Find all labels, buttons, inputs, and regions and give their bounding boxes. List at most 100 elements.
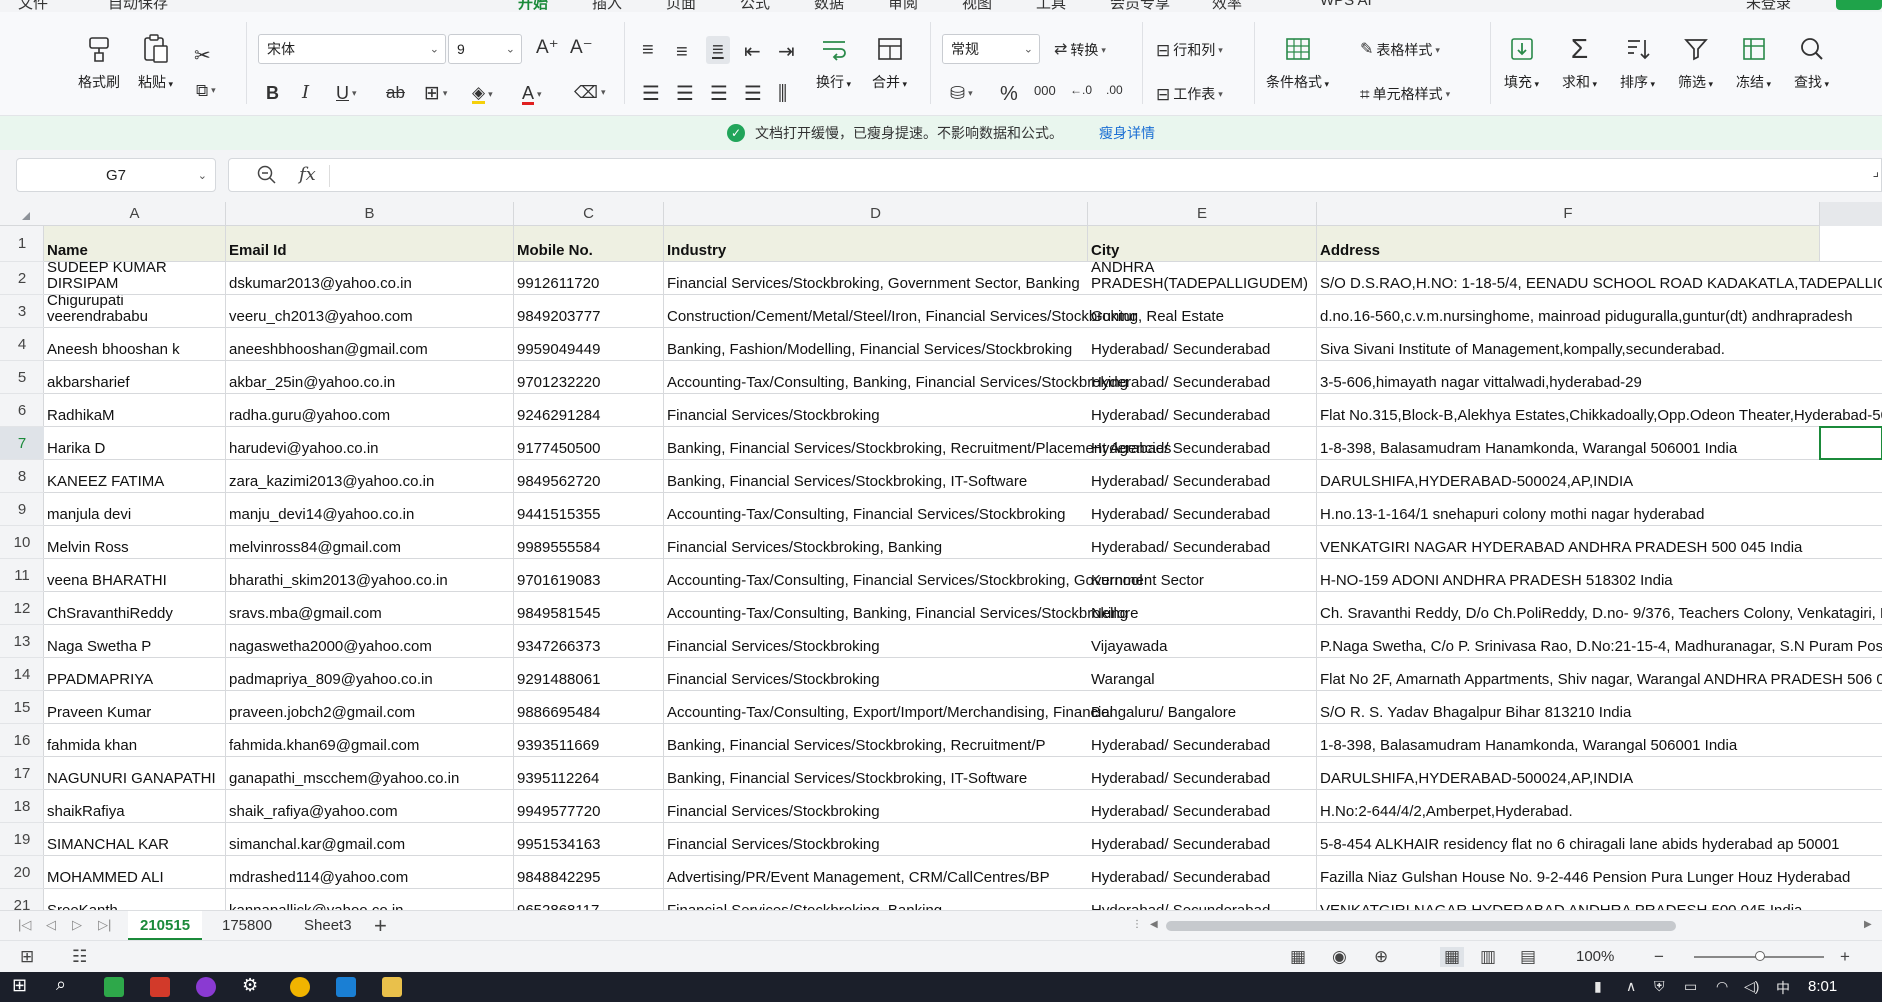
clear-format-button[interactable]: ⌫ ▾ xyxy=(574,84,606,101)
cell-g[interactable] xyxy=(1820,460,1882,493)
slim-details-link[interactable]: 瘦身详情 xyxy=(1099,123,1155,143)
cell-mobile[interactable]: 9441515355 xyxy=(514,493,664,526)
cell-address[interactable]: H.No:2-644/4/2,Amberpet,Hyderabad. xyxy=(1317,790,1820,823)
cell-mobile[interactable]: 9949577720 xyxy=(514,790,664,823)
convert-button[interactable]: ⇄ 转换 ▾ xyxy=(1054,40,1106,60)
filter-button[interactable]: 筛选 ▾ xyxy=(1678,34,1713,92)
menu-review[interactable]: 审阅 xyxy=(888,0,918,12)
cell-email[interactable]: padmapriya_809@yahoo.co.in xyxy=(226,658,514,691)
paste-button[interactable]: 粘贴 ▾ xyxy=(138,34,173,92)
align-right-button[interactable]: ☰ xyxy=(710,84,728,104)
cell-email[interactable]: melvinross84@gmail.com xyxy=(226,526,514,559)
cell-g[interactable] xyxy=(1820,559,1882,592)
cell-industry[interactable]: Financial Services/Stockbroking xyxy=(664,790,1088,823)
row-header[interactable]: 2 xyxy=(0,262,44,295)
row-header[interactable]: 7 xyxy=(0,427,44,460)
formula-input[interactable]: fx ⌟ xyxy=(228,158,1882,192)
cell-mobile[interactable]: 9246291284 xyxy=(514,394,664,427)
menu-view[interactable]: 视图 xyxy=(962,0,992,12)
cell-industry[interactable]: Financial Services/Stockbroking, Governm… xyxy=(664,262,1088,295)
cell-industry[interactable]: Accounting-Tax/Consulting, Banking, Fina… xyxy=(664,592,1128,625)
border-button[interactable]: ⊞ ▾ xyxy=(424,84,447,103)
italic-button[interactable]: I xyxy=(302,84,309,102)
add-sheet-icon[interactable]: + xyxy=(374,913,387,939)
wifi-icon[interactable]: ◠ xyxy=(1716,978,1728,995)
cell-industry[interactable]: Accounting-Tax/Consulting, Financial Ser… xyxy=(664,559,1204,592)
cell-name[interactable]: RadhikaM xyxy=(44,394,226,427)
menu-login[interactable]: 未登录 xyxy=(1746,0,1791,12)
bold-button[interactable]: B xyxy=(266,84,279,102)
cell-email[interactable]: mdrashed114@yahoo.com xyxy=(226,856,514,889)
cell-address[interactable]: DARULSHIFA,HYDERABAD-500024,AP,INDIA xyxy=(1317,460,1820,493)
cell-address[interactable]: VENKATGIRI NAGAR HYDERABAD ANDHRA PRADES… xyxy=(1317,526,1820,559)
zoom-minus-icon[interactable]: − xyxy=(1654,947,1664,967)
underline-button[interactable]: U ▾ xyxy=(336,84,357,102)
menu-efficiency[interactable]: 效率 xyxy=(1212,0,1242,12)
cell-address[interactable]: VENKATGIRI NAGAR HYDERABAD ANDHRA PRADES… xyxy=(1317,889,1820,911)
share-button[interactable] xyxy=(1836,0,1882,10)
cell-city[interactable]: Nellore xyxy=(1088,592,1317,625)
align-center-button[interactable]: ☰ xyxy=(676,84,694,104)
crosshair-icon[interactable]: ⊕ xyxy=(1374,947,1388,967)
cell-industry[interactable]: Financial Services/Stockbroking, Banking xyxy=(664,889,1088,911)
cell-city[interactable]: Hyderabad/ Secunderabad xyxy=(1088,460,1317,493)
align-bottom-button[interactable]: ≡ xyxy=(706,36,730,64)
cell-email[interactable]: nagaswetha2000@yahoo.com xyxy=(226,625,514,658)
cell-address[interactable]: Siva Sivani Institute of Management,komp… xyxy=(1317,328,1820,361)
cell-email[interactable]: ganapathi_mscchem@yahoo.co.in xyxy=(226,757,514,790)
next-sheet-icon[interactable]: ▷ xyxy=(72,917,82,933)
cell-g[interactable] xyxy=(1820,757,1882,790)
header-cell-industry[interactable]: Industry xyxy=(664,226,1088,262)
cell-city[interactable]: ANDHRA PRADESH(TADEPALLIGUDEM) xyxy=(1088,262,1317,295)
row-header[interactable]: 17 xyxy=(0,757,44,790)
row-header[interactable]: 5 xyxy=(0,361,44,394)
menu-insert[interactable]: 插入 xyxy=(592,0,622,12)
cell-city[interactable]: Hyderabad/ Secunderabad xyxy=(1088,394,1317,427)
cell-email[interactable]: fahmida.khan69@gmail.com xyxy=(226,724,514,757)
cell-industry[interactable]: Financial Services/Stockbroking xyxy=(664,823,1088,856)
cell-mobile[interactable]: 9652868117 xyxy=(514,889,664,910)
menu-file[interactable]: 文件 xyxy=(18,0,48,12)
cell-address[interactable]: DARULSHIFA,HYDERABAD-500024,AP,INDIA xyxy=(1317,757,1820,790)
cell-name[interactable]: ChSravanthiReddy xyxy=(44,592,226,625)
cell-industry[interactable]: Financial Services/Stockbroking xyxy=(664,658,1088,691)
cell-city[interactable]: Hyderabad/ Secunderabad xyxy=(1088,493,1317,526)
cell-g[interactable] xyxy=(1820,526,1882,559)
scroll-divider[interactable]: ⋮ xyxy=(1132,919,1142,930)
cell-name[interactable]: veena BHARATHI xyxy=(44,559,226,592)
row-header[interactable]: 9 xyxy=(0,493,44,526)
cell-mobile[interactable]: 9177450500 xyxy=(514,427,664,460)
normal-view-icon[interactable]: ▦ xyxy=(1440,947,1465,967)
menu-data[interactable]: 数据 xyxy=(814,0,844,12)
find-button[interactable]: 查找 ▾ xyxy=(1794,34,1829,92)
cell-name[interactable]: MOHAMMED ALI xyxy=(44,856,226,889)
cell-g[interactable] xyxy=(1820,394,1882,427)
cell-address[interactable]: 3-5-606,himayath nagar vittalwadi,hydera… xyxy=(1317,361,1820,394)
sheet-tab-210515[interactable]: 210515 xyxy=(128,911,203,941)
merge-button[interactable]: 合并 ▾ xyxy=(872,34,907,92)
cell-name[interactable]: NAGUNURI GANAPATHI xyxy=(44,757,226,790)
cell-city[interactable]: Guntur xyxy=(1088,295,1317,328)
cell-city[interactable]: Hyderabad/ Secunderabad xyxy=(1088,856,1317,889)
row-header[interactable]: 4 xyxy=(0,328,44,361)
cell-mobile[interactable]: 9395112264 xyxy=(514,757,664,790)
cell-g[interactable] xyxy=(1820,625,1882,658)
cell-industry[interactable]: Accounting-Tax/Consulting, Financial Ser… xyxy=(664,493,1088,526)
cell-city[interactable]: Hyderabad/ Secunderabad xyxy=(1088,757,1317,790)
zoom-slider-handle[interactable] xyxy=(1755,951,1765,961)
cell-city[interactable]: Hyderabad/ Secunderabad xyxy=(1088,361,1317,394)
cell-address[interactable]: Flat No.315,Block-B,Alekhya Estates,Chik… xyxy=(1317,394,1882,427)
cell-mobile[interactable]: 9701619083 xyxy=(514,559,664,592)
prev-sheet-icon[interactable]: ◁ xyxy=(46,917,56,933)
column-header-f[interactable]: F xyxy=(1317,202,1820,226)
page-break-icon[interactable]: ▤ xyxy=(1520,947,1536,967)
cell-g[interactable] xyxy=(1820,790,1882,823)
cell-email[interactable]: aneeshbhooshan@gmail.com xyxy=(226,328,514,361)
column-header-a[interactable]: A xyxy=(44,202,226,226)
currency-button[interactable]: ⛁ ▾ xyxy=(950,84,973,102)
cell-address[interactable]: S/O R. S. Yadav Bhagalpur Bihar 813210 I… xyxy=(1317,691,1820,724)
cell-g[interactable] xyxy=(1820,328,1882,361)
expand-icon[interactable]: ⌟ xyxy=(1872,163,1879,180)
last-sheet-icon[interactable]: ▷| xyxy=(98,917,111,933)
cell-g[interactable] xyxy=(1820,361,1882,394)
